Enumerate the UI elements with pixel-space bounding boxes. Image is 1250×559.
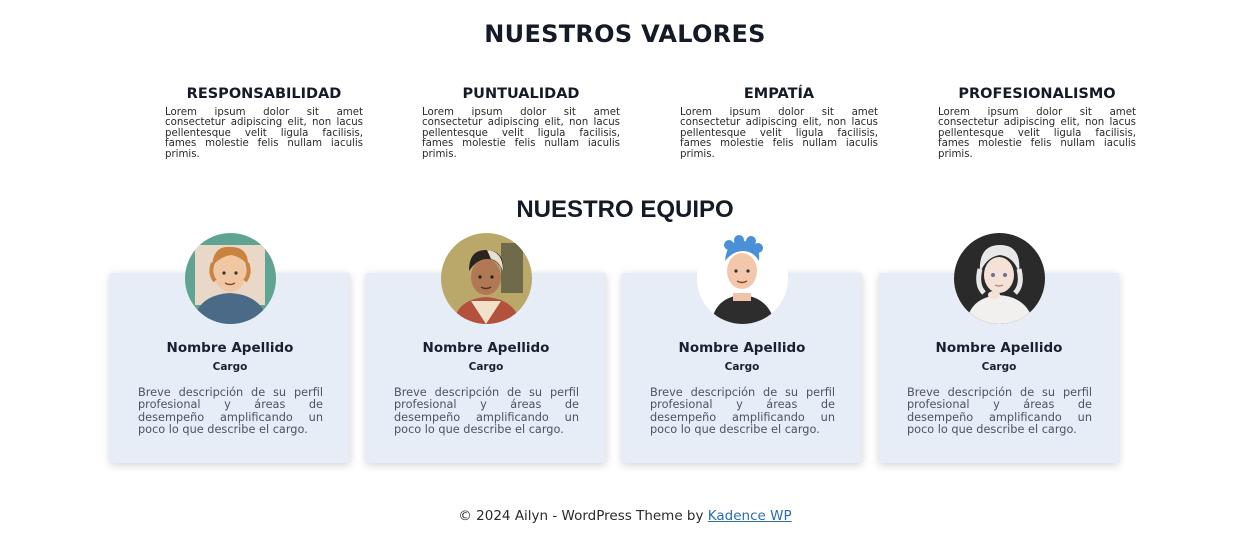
value-heading: EMPATÍA <box>743 86 815 102</box>
value-empatia: EMPATÍA Lorem ipsum dolor sit amet conse… <box>680 86 878 160</box>
member-role: Cargo <box>981 361 1017 373</box>
avatar-illustration-ginger-hoodie-icon <box>185 233 276 324</box>
member-name: Nombre Apellido <box>935 340 1063 356</box>
value-heading: PUNTUALIDAD <box>462 86 580 102</box>
value-text: Lorem ipsum dolor sit amet consectetur a… <box>165 107 363 160</box>
member-name: Nombre Apellido <box>678 340 806 356</box>
member-name: Nombre Apellido <box>166 340 294 356</box>
value-text: Lorem ipsum dolor sit amet consectetur a… <box>938 107 1136 160</box>
avatar-illustration-white-hair-icon <box>954 233 1045 324</box>
member-role: Cargo <box>724 361 760 373</box>
value-responsabilidad: RESPONSABILIDAD Lorem ipsum dolor sit am… <box>165 86 363 160</box>
value-heading: RESPONSABILIDAD <box>186 86 342 102</box>
avatar-illustration-blue-hair-icon <box>697 233 788 324</box>
value-text: Lorem ipsum dolor sit amet consectetur a… <box>680 107 878 160</box>
value-heading: PROFESIONALISMO <box>958 86 1116 102</box>
member-description: Breve descripción de su perfil profesion… <box>138 386 323 437</box>
value-puntualidad: PUNTUALIDAD Lorem ipsum dolor sit amet c… <box>422 86 620 160</box>
footer: © 2024 Ailyn - WordPress Theme by Kadenc… <box>0 508 1250 524</box>
member-description: Breve descripción de su perfil profesion… <box>907 386 1092 437</box>
member-description: Breve descripción de su perfil profesion… <box>394 386 579 437</box>
value-profesionalismo: PROFESIONALISMO Lorem ipsum dolor sit am… <box>938 86 1136 160</box>
member-role: Cargo <box>212 361 248 373</box>
footer-credit-text: © 2024 Ailyn - WordPress Theme by <box>458 508 708 524</box>
value-text: Lorem ipsum dolor sit amet consectetur a… <box>422 107 620 160</box>
member-name: Nombre Apellido <box>422 340 550 356</box>
member-role: Cargo <box>468 361 504 373</box>
kadence-wp-link[interactable]: Kadence WP <box>708 508 792 524</box>
avatar-illustration-two-tone-hair-icon <box>441 233 532 324</box>
values-section-title: NUESTROS VALORES <box>484 20 766 48</box>
team-section-title: NUESTRO EQUIPO <box>516 196 734 223</box>
member-description: Breve descripción de su perfil profesion… <box>650 386 835 437</box>
